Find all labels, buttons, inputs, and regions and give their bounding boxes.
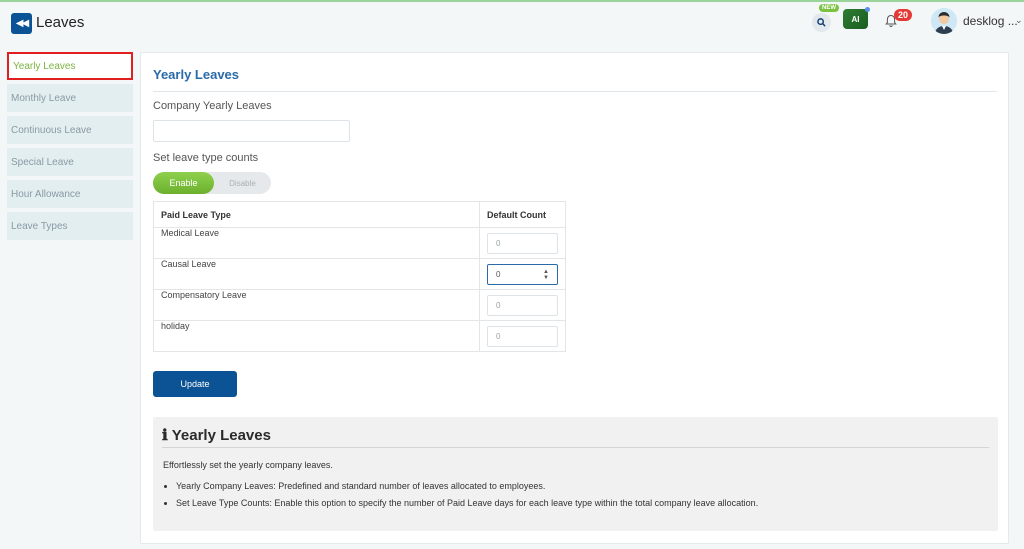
count-cell: 0 [479,289,566,321]
column-header: Default Count [479,201,566,228]
table-header-row: Paid Leave Type Default Count [153,201,566,228]
leave-type-name: Compensatory Leave [153,289,480,321]
set-leave-type-counts-label: Set leave type counts [153,152,259,164]
list-item: Yearly Company Leaves: Predefined and st… [176,481,758,491]
leave-type-counts-toggle[interactable]: Enable Disable [153,172,271,194]
toggle-enable-option[interactable]: Enable [153,172,214,194]
default-count-input[interactable]: 0 [487,325,558,347]
count-cell: 0 [479,227,566,259]
table-row: Compensatory Leave 0 [153,289,566,321]
company-yearly-leaves-label: Company Yearly Leaves [153,100,272,112]
leave-type-name: holiday [153,320,480,352]
sidebar-item-continuous-leave[interactable]: Continuous Leave [7,116,133,144]
sidebar-item-monthly-leave[interactable]: Monthly Leave [7,84,133,112]
info-description: Effortlessly set the yearly company leav… [163,460,333,470]
info-title-text: Yearly Leaves [171,427,271,444]
sidebar-item-hour-allowance[interactable]: Hour Allowance [7,180,133,208]
table-row: Causal Leave 0 ▲ ▼ [153,258,566,290]
page-header-title: Leaves [36,14,85,31]
company-yearly-leaves-input[interactable] [153,120,350,142]
table-row: holiday 0 [153,320,566,352]
list-item: Set Leave Type Counts: Enable this optio… [176,498,758,508]
leave-type-name: Medical Leave [153,227,480,259]
info-title: ℹ Yearly Leaves [162,426,271,444]
count-cell: 0 [479,320,566,352]
info-box: ℹ Yearly Leaves Effortlessly set the year… [153,417,998,531]
chevron-down-icon[interactable]: ⌄ [1015,15,1023,26]
count-value: 0 [496,269,501,279]
ai-button[interactable]: AI [843,9,868,29]
notification-count-badge: 20 [894,9,913,21]
user-name[interactable]: desklog ... [963,14,1018,28]
count-cell: 0 ▲ ▼ [479,258,566,290]
column-header: Paid Leave Type [153,201,480,228]
search-button[interactable] [812,13,831,32]
stepper-arrows-icon[interactable]: ▲ ▼ [543,269,549,281]
default-count-input[interactable]: 0 [487,232,558,254]
info-icon: ℹ [162,426,168,444]
main-panel: Yearly Leaves Company Yearly Leaves Set … [140,52,1009,544]
double-chevron-left-icon[interactable]: ◀◀ [11,13,32,34]
divider [153,91,997,92]
toggle-disable-option[interactable]: Disable [214,172,271,194]
sidebar-item-special-leave[interactable]: Special Leave [7,148,133,176]
new-badge: NEW [819,4,839,12]
default-count-input-focused[interactable]: 0 ▲ ▼ [487,263,558,285]
paid-leave-table: Paid Leave Type Default Count Medical Le… [153,201,566,352]
info-list: Yearly Company Leaves: Predefined and st… [176,481,758,515]
leave-type-name: Causal Leave [153,258,480,290]
table-row: Medical Leave 0 [153,227,566,259]
ai-status-dot [865,7,870,12]
sidebar-item-leave-types[interactable]: Leave Types [7,212,133,240]
page-title: Yearly Leaves [153,67,240,82]
avatar[interactable] [931,8,957,34]
divider [162,447,989,448]
sidebar-item-yearly-leaves[interactable]: Yearly Leaves [7,52,133,80]
sidebar: Yearly Leaves Monthly Leave Continuous L… [7,52,133,244]
default-count-input[interactable]: 0 [487,294,558,316]
search-icon [817,18,826,27]
top-bar: ◀◀ Leaves NEW AI 20 desklog ... ⌄ [0,2,1024,46]
update-button[interactable]: Update [153,371,237,397]
user-avatar-icon [931,8,957,34]
